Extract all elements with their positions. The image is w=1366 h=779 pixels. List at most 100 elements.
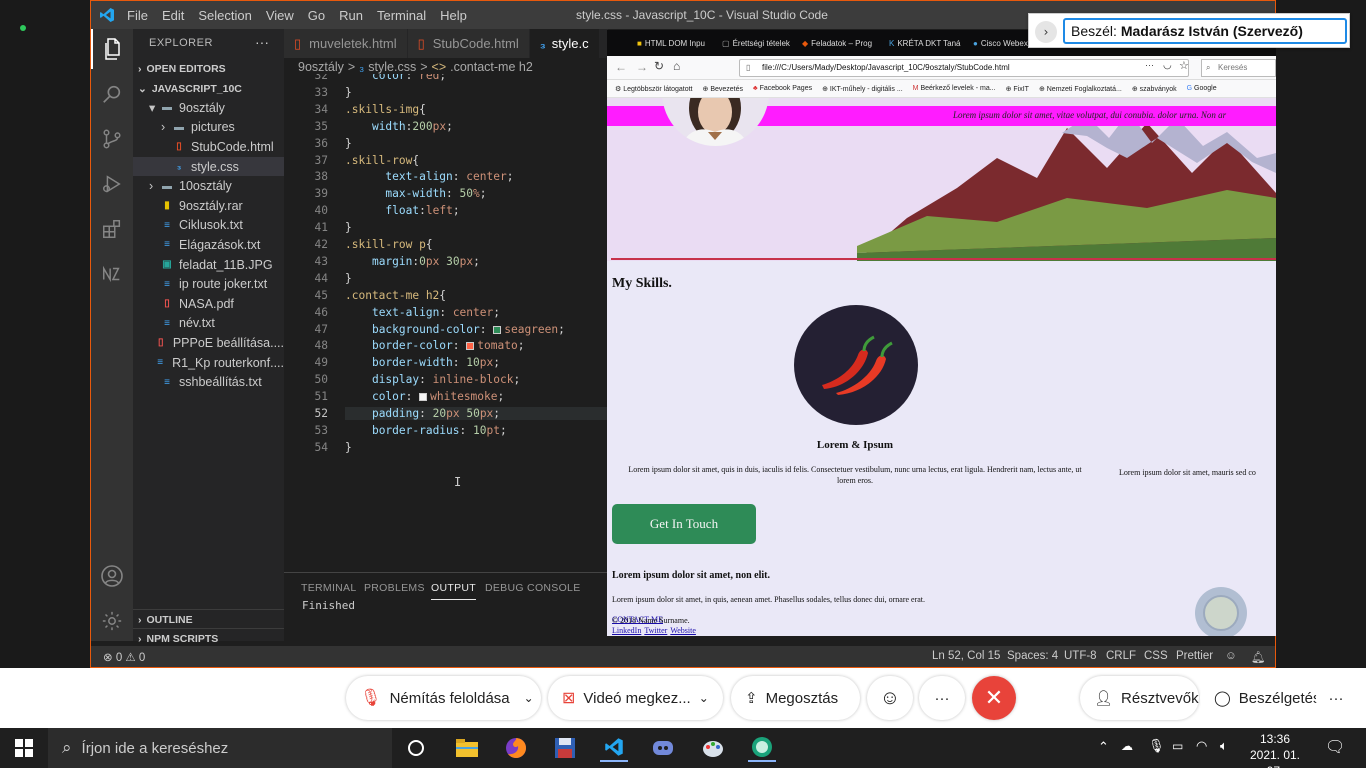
- bookmark-item[interactable]: ⊕ Bevezetés: [703, 85, 744, 93]
- tree-item[interactable]: ≡ Ciklusok.txt: [133, 216, 284, 236]
- menu-selection[interactable]: Selection: [198, 8, 251, 23]
- source-control-icon[interactable]: [91, 119, 133, 159]
- tree-item[interactable]: ≡ Elágazások.txt: [133, 235, 284, 255]
- start-button[interactable]: [10, 734, 38, 762]
- run-debug-icon[interactable]: [91, 164, 133, 204]
- bookmark-item[interactable]: ⊕ IKT-műhely - digitális ...: [822, 85, 903, 93]
- url-bar[interactable]: ▯ file:///C:/Users/Mady/Desktop/Javascrip…: [739, 59, 1189, 77]
- encoding[interactable]: UTF-8: [1064, 650, 1097, 662]
- tree-item[interactable]: ₃ style.css: [133, 156, 284, 177]
- chevron-down-icon[interactable]: ⌄: [524, 691, 534, 705]
- onedrive-error-icon[interactable]: ☁: [1121, 739, 1133, 753]
- language-mode[interactable]: CSS: [1144, 650, 1168, 662]
- tree-item[interactable]: ▯ NASA.pdf: [133, 294, 284, 314]
- open-editors-section[interactable]: › OPEN EDITORS: [133, 59, 284, 79]
- tree-item[interactable]: ≡ sshbeállítás.txt: [133, 372, 284, 392]
- tree-item[interactable]: ▯ PPPoE beállítása....: [133, 333, 284, 353]
- breadcrumb-file[interactable]: style.css: [368, 60, 416, 74]
- taskbar-search[interactable]: ⌕ Írjon ide a kereséshez: [48, 728, 392, 768]
- bookmark-item[interactable]: ⊕ szabványok: [1132, 85, 1177, 93]
- chevron-down-icon[interactable]: ⌄: [699, 691, 709, 705]
- bookmark-item[interactable]: M Beérkező levelek - ma...: [913, 85, 996, 92]
- notifications-bell-icon[interactable]: 🔔︎: [1251, 650, 1266, 664]
- battery-icon[interactable]: ▭: [1172, 739, 1183, 753]
- leave-meeting-button[interactable]: ✕: [972, 676, 1016, 720]
- menu-go[interactable]: Go: [308, 8, 325, 23]
- microphone-icon[interactable]: 🎙︎: [1148, 738, 1165, 754]
- clock[interactable]: 13:36 2021. 01. 07.: [1240, 731, 1310, 779]
- file-explorer-icon[interactable]: [453, 734, 481, 762]
- prettier-status[interactable]: Prettier: [1176, 650, 1213, 662]
- website-link[interactable]: Website: [670, 626, 696, 635]
- get-in-touch-button[interactable]: Get In Touch: [612, 504, 756, 544]
- menu-view[interactable]: View: [266, 8, 294, 23]
- tree-item[interactable]: ≡ név.txt: [133, 314, 284, 334]
- linkedin-link[interactable]: LinkedIn: [612, 626, 641, 635]
- share-button[interactable]: ⇪ Megosztás: [731, 676, 860, 720]
- tree-item[interactable]: › ▬ pictures: [133, 118, 284, 138]
- tab-output[interactable]: OUTPUT: [431, 582, 476, 600]
- extensions-icon[interactable]: [91, 209, 133, 249]
- color-swatch[interactable]: [493, 325, 502, 334]
- paint-app-icon[interactable]: [699, 734, 727, 762]
- menu-terminal[interactable]: Terminal: [377, 8, 426, 23]
- feedback-icon[interactable]: ☺: [1225, 650, 1237, 662]
- start-video-button[interactable]: ⊠ Videó megkez... ⌄: [548, 676, 723, 720]
- browser-tab[interactable]: K KRÉTA DKT Tanár: [889, 35, 961, 51]
- tree-item[interactable]: ≡ ip route joker.txt: [133, 274, 284, 294]
- bookmark-item[interactable]: ⊕ Nemzeti Foglalkoztatá...: [1039, 85, 1122, 93]
- problems-count[interactable]: ⊗ 0 ⚠ 0: [103, 650, 145, 664]
- reload-icon[interactable]: ↻: [654, 59, 664, 73]
- unmute-button[interactable]: 🎙︎ Némítás feloldása ⌄: [346, 676, 541, 720]
- code-editor[interactable]: 32 color: red; 33} 34 .skills-img{35 width:…: [284, 67, 608, 572]
- home-icon[interactable]: ⌂: [673, 59, 680, 73]
- page-actions-icon[interactable]: ···: [1145, 60, 1154, 70]
- breadcrumb-symbol[interactable]: .contact-me h2: [450, 60, 533, 74]
- bookmark-item[interactable]: ⚙ Legtöbbször látogatott: [615, 85, 693, 93]
- more-options-button[interactable]: ···: [1316, 676, 1356, 720]
- action-center-icon[interactable]: 🗨︎: [1325, 737, 1345, 757]
- save-disk-icon[interactable]: [551, 734, 579, 762]
- bookmark-star-icon[interactable]: ☆: [1179, 59, 1189, 72]
- tree-item[interactable]: ▮ 9osztály.rar: [133, 196, 284, 216]
- bookmark-item[interactable]: ⊕ FixIT: [1006, 85, 1029, 93]
- firefox-icon[interactable]: [502, 734, 530, 762]
- chevron-right-icon[interactable]: ›: [1035, 21, 1057, 43]
- twitter-link[interactable]: Twitter: [644, 626, 667, 635]
- zoom-app-icon[interactable]: [748, 734, 776, 762]
- tree-item[interactable]: ▣ feladat_11B.JPG: [133, 255, 284, 275]
- tree-item[interactable]: › ▬ 10osztály: [133, 176, 284, 196]
- participants-button[interactable]: 👤︎ Résztvevők: [1080, 676, 1199, 720]
- task-view-icon[interactable]: [402, 734, 430, 762]
- vscode-taskbar-icon[interactable]: [600, 734, 628, 762]
- chat-button[interactable]: ◯ Beszélgetés: [1200, 676, 1321, 720]
- search-icon[interactable]: [91, 74, 133, 114]
- breadcrumb-folder[interactable]: 9osztály: [298, 60, 344, 74]
- forward-icon[interactable]: →: [636, 60, 648, 74]
- color-swatch[interactable]: [466, 342, 475, 351]
- color-swatch[interactable]: [419, 393, 428, 402]
- tab-stubcode[interactable]: ▯ StubCode.html: [407, 29, 530, 58]
- back-icon[interactable]: ←: [615, 60, 627, 74]
- bookmark-item[interactable]: ♣ Facebook Pages: [753, 85, 812, 92]
- menu-edit[interactable]: Edit: [162, 8, 184, 23]
- more-button[interactable]: ···: [919, 676, 965, 720]
- tree-item[interactable]: ▯ StubCode.html: [133, 137, 284, 157]
- tray-chevron-up-icon[interactable]: ⌃: [1098, 739, 1109, 755]
- search-box[interactable]: ⌕ Keresés: [1201, 59, 1276, 77]
- pocket-icon[interactable]: ◡: [1163, 60, 1172, 71]
- settings-gear-icon[interactable]: [91, 601, 133, 641]
- discord-icon[interactable]: [649, 734, 677, 762]
- indent-setting[interactable]: Spaces: 4: [1007, 650, 1058, 662]
- cursor-position[interactable]: Ln 52, Col 15: [932, 650, 1000, 662]
- menu-help[interactable]: Help: [440, 8, 467, 23]
- tree-item[interactable]: ▾ ▬ 9osztály: [133, 98, 284, 118]
- explorer-icon[interactable]: [91, 29, 133, 69]
- line-ending[interactable]: CRLF: [1106, 650, 1136, 662]
- browser-tab[interactable]: ■ HTML DOM Inpu: [637, 35, 709, 51]
- account-icon[interactable]: [91, 556, 133, 596]
- reactions-button[interactable]: ☺: [867, 676, 913, 720]
- menu-run[interactable]: Run: [339, 8, 363, 23]
- tab-debug-console[interactable]: DEBUG CONSOLE: [485, 582, 581, 594]
- floating-avatar-icon[interactable]: [1195, 587, 1247, 636]
